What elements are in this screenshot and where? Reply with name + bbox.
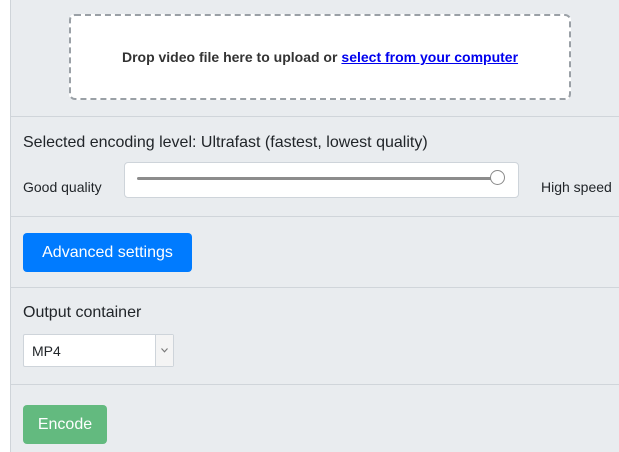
encode-button[interactable]: Encode	[23, 405, 107, 444]
good-quality-label: Good quality	[23, 179, 102, 195]
chevron-down-icon[interactable]	[155, 335, 173, 366]
encoding-level-text: Selected encoding level: Ultrafast (fast…	[23, 134, 428, 151]
divider	[11, 216, 619, 217]
advanced-settings-button[interactable]: Advanced settings	[23, 233, 192, 272]
divider	[11, 384, 619, 385]
drop-zone-text: Drop video file here to upload or	[121, 49, 338, 65]
divider	[11, 287, 619, 288]
output-container-value: MP4	[32, 343, 61, 359]
output-container-label: Output container	[23, 304, 142, 321]
divider	[11, 116, 619, 117]
output-container-select[interactable]: MP4	[23, 334, 174, 367]
slider-track[interactable]	[137, 177, 501, 180]
encoder-panel: Drop video file here to upload or select…	[10, 0, 619, 452]
high-speed-label: High speed	[541, 179, 612, 195]
select-file-link[interactable]: select from your computer	[341, 49, 518, 65]
slider-thumb[interactable]	[490, 170, 505, 185]
encoding-speed-slider[interactable]	[124, 162, 519, 198]
file-drop-zone[interactable]: Drop video file here to upload or select…	[69, 14, 571, 100]
